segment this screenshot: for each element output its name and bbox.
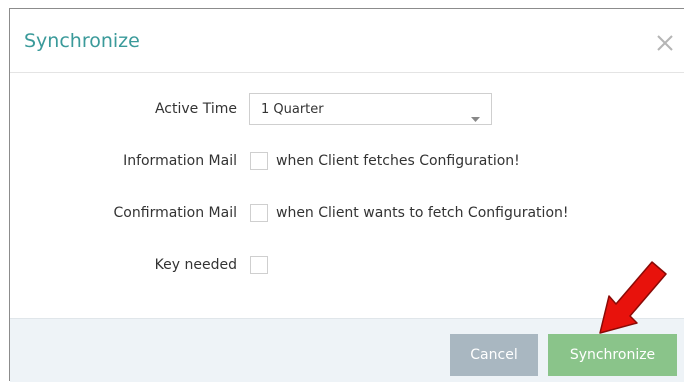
information-mail-text: when Client fetches Configuration! — [276, 153, 520, 169]
synchronize-button[interactable]: Synchronize — [548, 334, 677, 376]
caret-down-icon — [471, 107, 480, 126]
dialog-footer: Cancel Synchronize — [10, 318, 684, 382]
confirmation-mail-checkbox[interactable] — [250, 204, 268, 222]
active-time-value: 1 Quarter — [261, 102, 324, 117]
confirmation-mail-text: when Client wants to fetch Configuration… — [276, 205, 569, 221]
key-needed-checkbox[interactable] — [250, 256, 268, 274]
synchronize-dialog: Synchronize Active Time 1 Quarter Inform… — [9, 8, 684, 382]
cancel-button[interactable]: Cancel — [450, 334, 538, 376]
dialog-header: Synchronize — [10, 9, 684, 73]
close-icon[interactable] — [655, 33, 675, 53]
information-mail-label: Information Mail — [123, 153, 237, 169]
dialog-title: Synchronize — [24, 30, 140, 52]
active-time-label: Active Time — [154, 101, 237, 117]
confirmation-mail-label: Confirmation Mail — [113, 205, 237, 221]
active-time-select[interactable]: 1 Quarter — [249, 93, 492, 125]
information-mail-checkbox[interactable] — [250, 152, 268, 170]
key-needed-label: Key needed — [154, 257, 237, 273]
